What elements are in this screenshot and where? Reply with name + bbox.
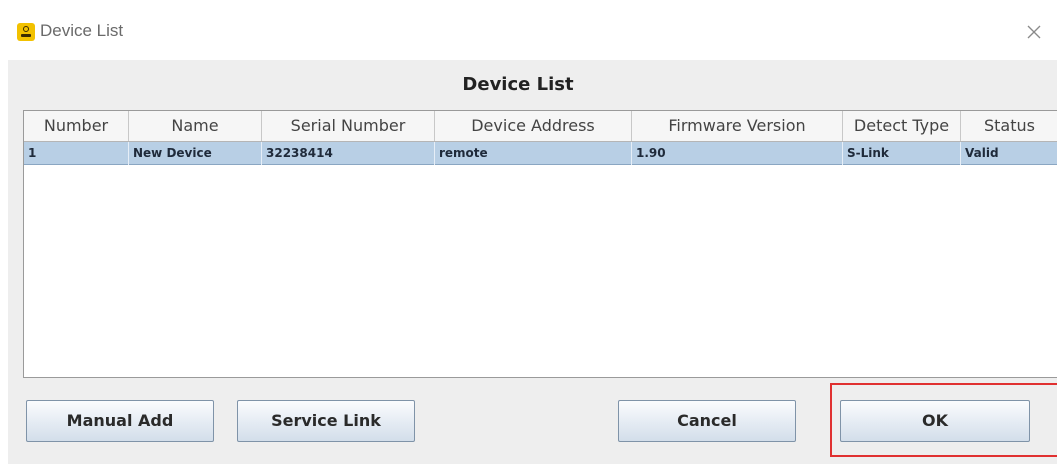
cancel-button[interactable]: Cancel <box>618 400 796 442</box>
cell-firmware-version: 1.90 <box>632 142 843 165</box>
service-link-button[interactable]: Service Link <box>237 400 415 442</box>
column-header-status[interactable]: Status <box>961 111 1057 141</box>
cell-detect-type: S-Link <box>843 142 961 165</box>
column-header-device-address[interactable]: Device Address <box>435 111 632 141</box>
cell-number: 1 <box>24 142 129 165</box>
column-header-serial-number[interactable]: Serial Number <box>262 111 435 141</box>
title-bar: Device List <box>0 0 1057 60</box>
manual-add-button[interactable]: Manual Add <box>26 400 214 442</box>
cell-serial-number: 32238414 <box>262 142 435 165</box>
column-header-number[interactable]: Number <box>24 111 129 141</box>
ok-highlight-box <box>830 383 1057 457</box>
dialog-heading: Device List <box>462 74 574 95</box>
cell-device-address: remote <box>435 142 632 165</box>
window-title: Device List <box>40 21 124 40</box>
cell-status: Valid <box>965 146 999 160</box>
app-logo-icon <box>17 23 35 41</box>
column-header-firmware-version[interactable]: Firmware Version <box>632 111 843 141</box>
dialog-body: Device List Number Name Serial Number De… <box>8 60 1057 464</box>
cell-name: New Device <box>129 142 262 165</box>
table-header: Number Name Serial Number Device Address… <box>24 111 1057 142</box>
column-header-detect-type[interactable]: Detect Type <box>843 111 961 141</box>
device-list-window: Device List Device List Number Name Seri… <box>0 0 1057 464</box>
table-row[interactable]: 1 New Device 32238414 remote 1.90 S-Link… <box>24 142 1057 165</box>
device-table[interactable]: Number Name Serial Number Device Address… <box>23 110 1057 378</box>
column-header-name[interactable]: Name <box>129 111 262 141</box>
close-icon[interactable] <box>1020 18 1048 46</box>
